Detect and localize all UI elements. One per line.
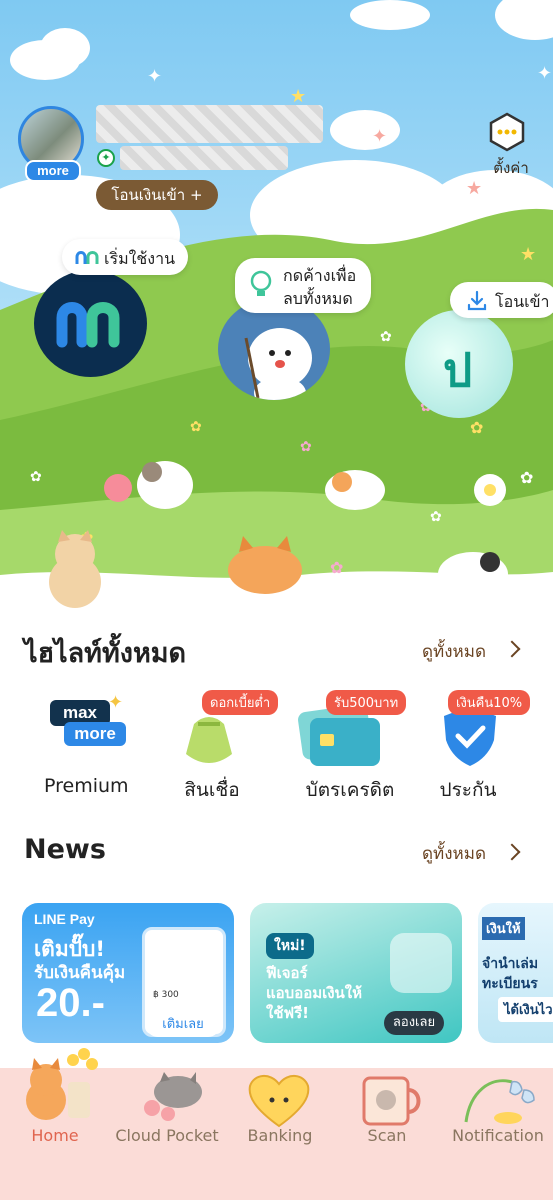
highlight-label: ประกัน: [439, 779, 497, 801]
flower-icon: [104, 474, 132, 502]
tab-cloud-pocket-label[interactable]: Cloud Pocket: [112, 1126, 222, 1145]
shortcut-label: โอนเข้า: [495, 292, 550, 311]
news-cta: ได้เงินไว: [498, 997, 553, 1022]
star-icon: ★: [520, 244, 537, 265]
more-logo: more: [64, 722, 126, 746]
m-logo-icon: [56, 302, 120, 348]
news-headline: ทะเบียนร: [482, 976, 538, 992]
shortcut-transfer-in[interactable]: ป: [405, 310, 513, 418]
heart-cat-icon: [248, 1075, 310, 1128]
highlight-badge: รับ500บาท: [326, 690, 407, 715]
chevron-right-icon[interactable]: [503, 843, 521, 861]
cloud-decoration: [40, 28, 90, 68]
news-card-car-loan[interactable]: เงินให้ จำนำเล่ม ทะเบียนร ได้เงินไว: [478, 903, 553, 1043]
news-brand: เงินให้: [482, 917, 525, 940]
star-icon: ✦: [147, 66, 163, 87]
shortcut-label-bubble[interactable]: กดค้างเพื่อ ลบทั้งหมด: [235, 258, 371, 313]
cat-cloud-icon: [144, 1072, 202, 1121]
lightbulb-icon: [250, 270, 272, 296]
credit-card-icon: [310, 718, 380, 766]
mug-cat-icon: [362, 1076, 421, 1126]
highlight-badge: เงินคืน10%: [448, 690, 531, 715]
savings-jar-icon: [390, 933, 452, 993]
cloud-decoration: [350, 0, 430, 30]
settings-hexagon-icon[interactable]: [487, 112, 527, 152]
flower-icon: ✿: [520, 468, 534, 487]
highlight-label: สินเชื่อ: [184, 779, 240, 801]
cloud-decoration: [330, 110, 400, 150]
bank-logo-icon: ✦: [97, 149, 115, 167]
shortcut-mascot[interactable]: [218, 298, 330, 400]
topup-now-button[interactable]: เติมเลย: [146, 1013, 220, 1037]
money-bag-icon: [186, 717, 232, 763]
settings-label[interactable]: ตั้งค่า: [480, 156, 542, 180]
flower-icon: ✿: [300, 439, 312, 455]
m-logo-icon: [75, 251, 99, 264]
tab-scan-label[interactable]: Scan: [350, 1126, 424, 1145]
flower-icon: [474, 474, 506, 506]
download-icon: [467, 290, 487, 311]
cat-orange-icon: [228, 536, 302, 594]
tab-home-label[interactable]: Home: [20, 1126, 90, 1145]
shortcut-label-line2: ลบทั้งหมด: [283, 289, 353, 308]
news-headline: จำนำเล่ม: [482, 956, 539, 972]
sparkle-icon: ✦: [108, 692, 124, 713]
star-icon: ✦: [537, 63, 553, 84]
highlight-label: Premium: [44, 775, 129, 797]
cat-rolling-icon: [137, 461, 193, 509]
flower-icon: ✿: [30, 469, 42, 485]
news-card-savings[interactable]: ใหม่! ฟีเจอร์ แอบออมเงินให้ ใช้ฟรี! ลองเ…: [250, 903, 462, 1043]
highlights-see-all-link[interactable]: ดูทั้งหมด: [422, 638, 486, 665]
cat-sitting-icon: [49, 530, 101, 608]
cat-sleeping-icon: [438, 552, 508, 596]
shortcut-label-bubble[interactable]: เริ่มใช้งาน: [62, 239, 188, 275]
try-now-button[interactable]: ลองเลย: [384, 1011, 444, 1035]
shortcut-label-line1: กดค้างเพื่อ: [283, 266, 357, 285]
tab-banking-label[interactable]: Banking: [240, 1126, 320, 1145]
account-name-redacted: [96, 105, 323, 143]
cat-flowers-icon: [26, 1048, 98, 1120]
news-see-all-link[interactable]: ดูทั้งหมด: [422, 840, 486, 867]
chevron-right-icon[interactable]: [503, 640, 521, 658]
highlight-badge: ดอกเบี้ยต่ำ: [202, 690, 279, 715]
flower-icon: ✿: [330, 558, 344, 577]
flower-icon: ✿: [380, 329, 392, 345]
cloud-decoration: [495, 0, 553, 40]
highlight-label: บัตรเครดิต: [305, 779, 395, 801]
account-number-redacted: [120, 146, 288, 170]
news-amount: 20.-: [36, 981, 105, 1025]
mascot-cloud-icon: [244, 328, 312, 400]
linepay-logo: LINE Pay: [34, 911, 95, 927]
tab-notification-label[interactable]: Notification: [450, 1126, 546, 1145]
shortcut-get-started[interactable]: [34, 270, 147, 377]
shortcut-label-bubble[interactable]: โอนเข้า: [450, 282, 553, 318]
star-icon: ★: [466, 178, 483, 199]
highlights-title: ไฮไลท์ทั้งหมด: [24, 638, 187, 669]
phone-amount: ฿ 300: [153, 990, 179, 1000]
shortcut-circle-glyph: ป: [443, 343, 473, 397]
flower-icon: ✿: [470, 418, 484, 437]
bell-flower-icon: [464, 1079, 535, 1124]
flower-icon: ✿: [430, 509, 442, 525]
more-badge: more: [25, 160, 81, 182]
new-tag: ใหม่!: [266, 933, 314, 959]
news-title: News: [24, 834, 106, 865]
news-card-linepay[interactable]: LINE Pay เติมปั๊บ! รับเงินคืนคุ้ม 20.- ฿…: [22, 903, 234, 1043]
star-icon: ✦: [5, 268, 21, 289]
shortcut-label: เริ่มใช้งาน: [104, 249, 176, 268]
news-headline: ใช้ฟรี!: [266, 1004, 310, 1022]
cat-jumping-icon: [325, 470, 385, 510]
star-icon: ★: [290, 86, 307, 107]
flower-icon: ✿: [190, 419, 202, 435]
star-icon: ✦: [372, 126, 388, 147]
transfer-in-button[interactable]: โอนเงินเข้า +: [96, 180, 218, 210]
